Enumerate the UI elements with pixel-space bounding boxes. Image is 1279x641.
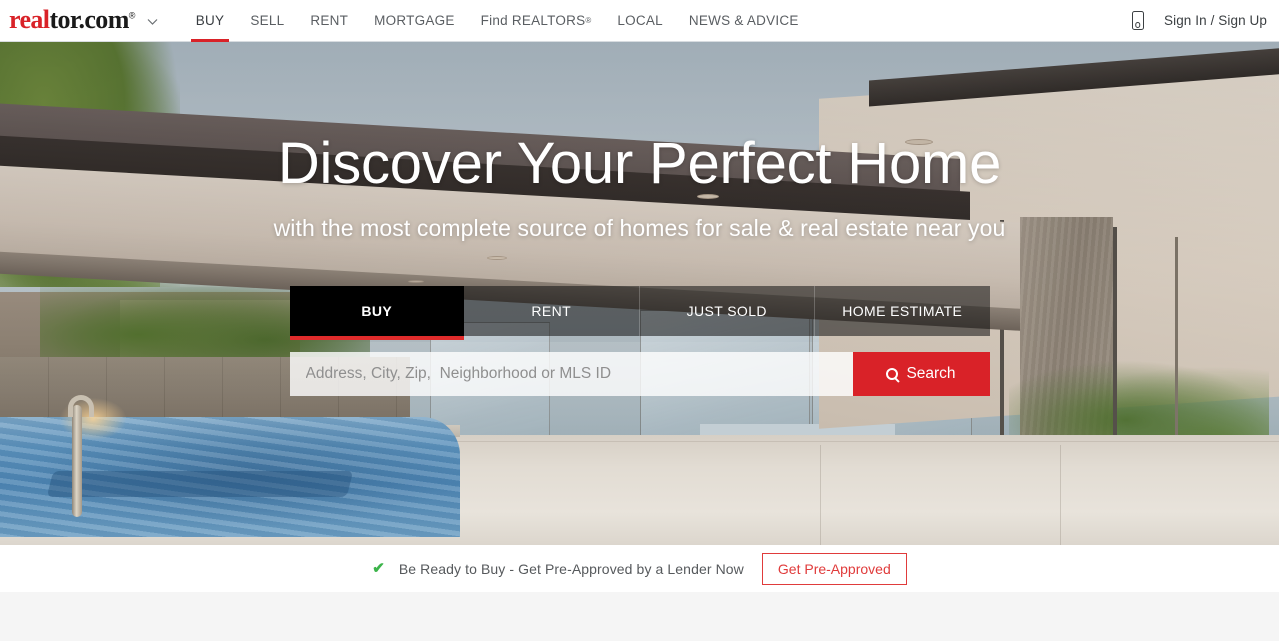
- nav-item-find-realtors[interactable]: Find REALTORS ®: [468, 0, 605, 42]
- pre-approval-cta-bar: ✔ Be Ready to Buy - Get Pre-Approved by …: [0, 545, 1279, 592]
- hero-subheadline: with the most complete source of homes f…: [273, 214, 1006, 241]
- search-tab-just-sold[interactable]: JUST SOLD: [639, 285, 815, 336]
- chevron-down-icon[interactable]: [146, 15, 159, 28]
- site-header: realtor.com® BUY SELL RENT MORTGAGE Find…: [0, 0, 1279, 42]
- search-tab-buy[interactable]: BUY: [289, 285, 464, 340]
- nav-item-news-advice[interactable]: NEWS & ADVICE: [676, 0, 812, 42]
- mobile-phone-icon[interactable]: [1131, 11, 1144, 30]
- nav-label-sell: SELL: [250, 13, 285, 28]
- nav-realtors-registered-mark: ®: [585, 16, 592, 25]
- search-tab-label-just-sold: JUST SOLD: [686, 302, 767, 319]
- nav-label-mortgage: MORTGAGE: [374, 13, 455, 28]
- search-tab-label-rent: RENT: [531, 302, 572, 319]
- search-tab-home-estimate[interactable]: HOME ESTIMATE: [815, 285, 990, 336]
- pre-approval-message: Be Ready to Buy - Get Pre-Approved by a …: [398, 560, 744, 577]
- nav-label-buy: BUY: [195, 13, 225, 28]
- nav-label-local: LOCAL: [617, 13, 663, 28]
- search-tabs: BUY RENT JUST SOLD HOME ESTIMATE: [289, 285, 990, 340]
- nav-item-sell[interactable]: SELL: [237, 0, 297, 42]
- hero-content: Discover Your Perfect Home with the most…: [0, 42, 1279, 396]
- nav-item-mortgage[interactable]: MORTGAGE: [361, 0, 468, 42]
- checkmark-icon: ✔: [372, 560, 385, 577]
- search-tab-label-buy: BUY: [361, 302, 393, 319]
- nav-label-news-advice: NEWS & ADVICE: [688, 13, 799, 28]
- search-input[interactable]: [289, 351, 853, 396]
- page-body-below-fold: [0, 592, 1279, 641]
- logo-text: realtor.com®: [9, 4, 136, 34]
- header-right-group: Sign In / Sign Up: [1131, 0, 1279, 42]
- search-button-label: Search: [906, 364, 956, 382]
- nav-item-buy[interactable]: BUY: [183, 0, 238, 42]
- logo-text-black: tor.com: [49, 4, 129, 34]
- logo-registered-mark: ®: [128, 9, 136, 20]
- hero-section: Discover Your Perfect Home with the most…: [0, 42, 1279, 545]
- logo-text-red: real: [9, 4, 50, 34]
- site-logo[interactable]: realtor.com®: [0, 0, 159, 42]
- search-row: Search: [289, 351, 990, 396]
- nav-item-local[interactable]: LOCAL: [604, 0, 676, 42]
- nav-label-rent: RENT: [310, 13, 349, 28]
- nav-item-rent[interactable]: RENT: [297, 0, 361, 42]
- search-button[interactable]: Search: [852, 351, 990, 396]
- search-module: BUY RENT JUST SOLD HOME ESTIMATE Search: [289, 285, 990, 396]
- main-navigation: BUY SELL RENT MORTGAGE Find REALTORS ® LO…: [183, 0, 812, 42]
- nav-label-find-realtors: Find REALTORS: [480, 13, 586, 28]
- search-tab-rent[interactable]: RENT: [464, 285, 640, 336]
- search-tab-label-home-estimate: HOME ESTIMATE: [842, 302, 963, 319]
- sign-in-sign-up-link[interactable]: Sign In / Sign Up: [1164, 13, 1267, 28]
- hero-headline: Discover Your Perfect Home: [277, 131, 1002, 196]
- get-pre-approved-button[interactable]: Get Pre-Approved: [761, 552, 907, 585]
- search-icon: [886, 367, 899, 380]
